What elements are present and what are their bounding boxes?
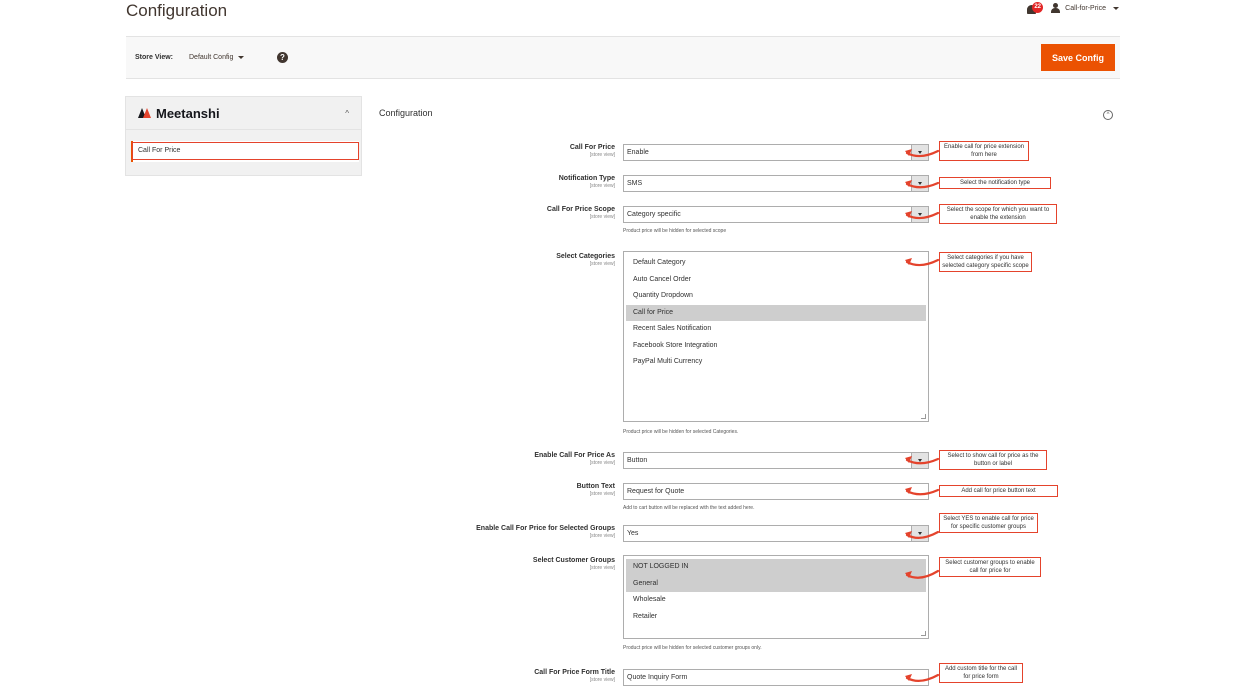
annotation-callout: Select YES to enable call for price for …: [939, 513, 1038, 533]
field-label: Select Categories [store view]: [455, 253, 615, 267]
form-title-input[interactable]: Quote Inquiry Form: [623, 669, 929, 686]
field-label-text: Enable Call For Price for Selected Group…: [476, 525, 615, 532]
annotation-arrow: [905, 181, 940, 189]
chevron-up-icon[interactable]: ^: [345, 109, 349, 118]
field-label: Button Text [store view]: [455, 483, 615, 497]
annotation-arrow: [905, 569, 940, 579]
scope-text: [store view]: [589, 460, 615, 466]
multiselect-option[interactable]: Wholesale: [626, 592, 926, 609]
save-config-button[interactable]: Save Config: [1041, 44, 1115, 71]
multiselect-option[interactable]: PayPal Multi Currency: [626, 354, 926, 371]
header-actions: 22 Call-for-Price: [1027, 0, 1119, 16]
chevron-down-icon: [1113, 6, 1119, 10]
enable-groups-select[interactable]: Yes: [623, 525, 929, 542]
multiselect-option[interactable]: NOT LOGGED IN: [626, 559, 926, 576]
annotation-arrow: [905, 530, 940, 539]
annotation-arrows: [905, 149, 940, 682]
annotation-callout: Select the notification type: [939, 177, 1051, 189]
annotation-arrow: [905, 457, 940, 465]
multiselect-option[interactable]: Recent Sales Notification: [626, 321, 926, 338]
field-label-text: Call For Price Form Title: [534, 669, 615, 676]
call-for-price-select[interactable]: Enable: [623, 144, 929, 161]
select-value: Enable: [627, 149, 649, 156]
config-sidebar: Meetanshi ^ Call For Price: [125, 96, 362, 176]
multiselect-option[interactable]: Auto Cancel Order: [626, 272, 926, 289]
annotation-arrow: [905, 149, 940, 158]
highlight-box: [132, 142, 359, 160]
multiselect-option[interactable]: Quantity Dropdown: [626, 288, 926, 305]
annotation-arrow: [905, 211, 940, 220]
scope-select[interactable]: Category specific: [623, 206, 929, 223]
store-view-bar: Store View: Default Config ? Save Config: [126, 36, 1120, 79]
scope-text: [store view]: [589, 533, 615, 539]
annotation-arrow: [905, 258, 940, 267]
scope-text: [store view]: [589, 491, 615, 497]
multiselect-option[interactable]: Facebook Store Integration: [626, 338, 926, 355]
select-value: Category specific: [627, 211, 681, 218]
field-label: Notification Type [store view]: [455, 175, 615, 189]
multiselect-option[interactable]: Call for Price: [626, 304, 926, 321]
field-label-text: Button Text: [576, 483, 615, 490]
select-value: SMS: [627, 180, 643, 187]
field-label: Call For Price [store view]: [455, 144, 615, 158]
store-view-label: Store View:: [135, 54, 173, 61]
brand-name: Meetanshi: [156, 105, 220, 121]
field-label: Select Customer Groups [store view]: [455, 557, 615, 571]
notifications-bell[interactable]: 22: [1027, 2, 1044, 14]
page-title: Configuration: [126, 1, 228, 20]
scope-text: [store view]: [589, 565, 615, 571]
user-name: Call-for-Price: [1065, 4, 1106, 12]
scope-text: [store view]: [589, 261, 615, 267]
annotation-arrow: [905, 488, 940, 496]
field-label-text: Enable Call For Price As: [534, 452, 615, 459]
annotation-callout: Add custom title for the call for price …: [939, 663, 1023, 683]
select-value: Button: [627, 457, 648, 464]
annotation-callout: Select categories if you have selected c…: [939, 252, 1032, 272]
annotation-arrow: [905, 673, 940, 682]
field-note: Product price will be hidden for selecte…: [623, 228, 727, 234]
sidebar-section-header[interactable]: Meetanshi ^: [126, 97, 361, 130]
scope-text: [store view]: [589, 677, 615, 683]
field-note: Add to cart button will be replaced with…: [623, 505, 755, 511]
annotation-callout: Add call for price button text: [939, 485, 1058, 497]
notification-type-select[interactable]: SMS: [623, 175, 929, 192]
section-title: Configuration: [379, 108, 433, 118]
store-view-switcher[interactable]: Default Config: [189, 54, 245, 61]
user-menu[interactable]: Call-for-Price: [1051, 3, 1119, 13]
field-label: Call For Price Form Title [store view]: [455, 669, 615, 683]
help-icon[interactable]: ?: [277, 52, 288, 63]
field-label: Call For Price Scope [store view]: [455, 206, 615, 220]
collapse-icon[interactable]: ^: [1103, 110, 1113, 120]
scope-text: [store view]: [589, 183, 615, 189]
annotation-callout: Enable call for price extension from her…: [939, 141, 1029, 161]
annotation-callout: Select the scope for which you want to e…: [939, 204, 1057, 224]
annotation-callout: Select customer groups to enable call fo…: [939, 557, 1041, 577]
field-note: Product price will be hidden for selecte…: [623, 645, 762, 651]
notification-count-badge: 22: [1032, 2, 1044, 13]
scope-text: [store view]: [589, 214, 615, 220]
scope-text: [store view]: [589, 152, 615, 158]
select-value: Yes: [627, 530, 639, 537]
annotation-callout: Select to show call for price as the but…: [939, 450, 1047, 470]
field-label: Enable Call For Price for Selected Group…: [455, 525, 615, 539]
multiselect-option[interactable]: Retailer: [626, 609, 926, 626]
meetanshi-logo: Meetanshi: [138, 106, 220, 121]
chevron-down-icon: [238, 56, 245, 59]
user-icon: [1051, 3, 1061, 13]
multiselect-option[interactable]: General: [626, 575, 926, 592]
field-label-text: Call For Price Scope: [546, 206, 615, 213]
multiselect-option[interactable]: Default Category: [626, 255, 926, 272]
field-label-text: Select Categories: [556, 253, 615, 260]
field-label-text: Select Customer Groups: [532, 557, 615, 564]
store-view-value: Default Config: [189, 54, 234, 61]
button-text-input[interactable]: Request for Quote: [623, 483, 929, 500]
field-label-text: Notification Type: [558, 175, 615, 182]
enable-as-select[interactable]: Button: [623, 452, 929, 469]
field-note: Product price will be hidden for selecte…: [623, 429, 739, 435]
categories-multiselect[interactable]: Default Category Auto Cancel Order Quantit…: [623, 251, 929, 422]
meetanshi-logo-icon: [138, 108, 152, 118]
field-label: Enable Call For Price As [store view]: [455, 452, 615, 466]
customer-groups-multiselect[interactable]: NOT LOGGED IN General Wholesale Retailer: [623, 555, 929, 639]
field-label-text: Call For Price: [569, 144, 615, 151]
